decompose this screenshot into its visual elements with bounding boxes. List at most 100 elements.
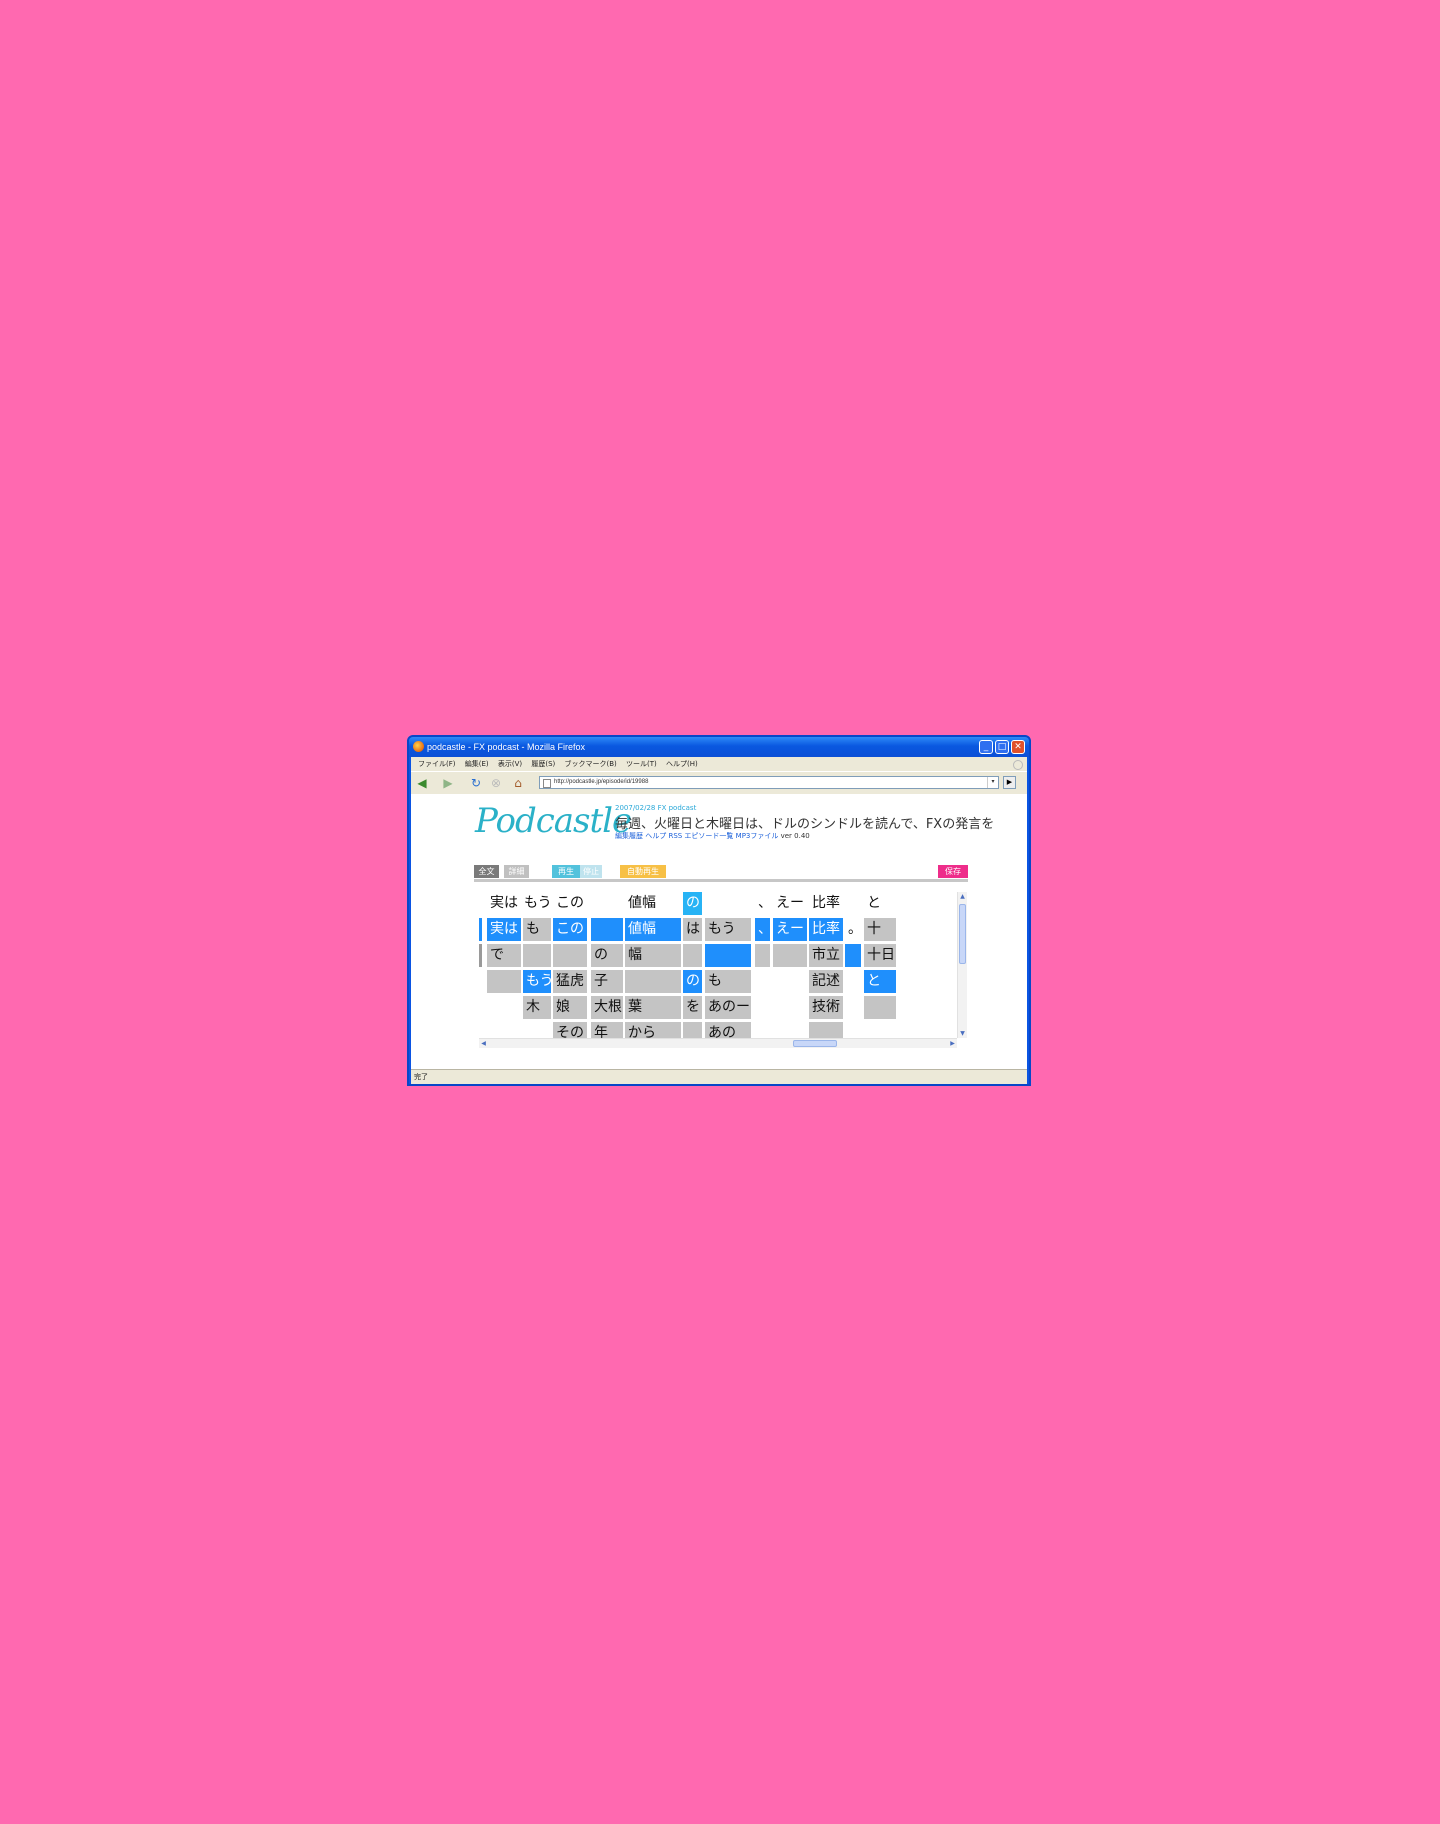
menu-help[interactable]: ヘルプ(H): [666, 757, 698, 771]
save-button[interactable]: 保存: [938, 865, 968, 878]
menu-view[interactable]: 表示(V): [498, 757, 522, 771]
throbber-icon: [1013, 760, 1023, 770]
word-header[interactable]: 比率: [809, 892, 843, 915]
reload-icon[interactable]: ↻: [469, 776, 483, 790]
word-candidate[interactable]: 木: [523, 996, 551, 1019]
word-candidate[interactable]: [523, 944, 551, 967]
word-candidate[interactable]: その: [553, 1022, 587, 1038]
word-candidate[interactable]: もう: [705, 918, 751, 941]
page-icon: [543, 779, 551, 788]
tab-detail[interactable]: 詳細: [504, 865, 529, 878]
vertical-scroll-thumb[interactable]: [959, 904, 966, 964]
word-candidate[interactable]: 大根: [591, 996, 623, 1019]
scroll-right-arrow[interactable]: ▶: [948, 1039, 957, 1048]
word-candidate[interactable]: の: [683, 970, 702, 993]
episode-title: 毎週、火曜日と木曜日は、ドルのシンドルを読んで、FXの発言を: [615, 817, 995, 832]
word-candidate[interactable]: の: [591, 944, 623, 967]
auto-play-button[interactable]: 自動再生: [620, 865, 666, 878]
word-candidate[interactable]: [553, 944, 587, 967]
word-candidate[interactable]: あの: [705, 1022, 751, 1038]
word-candidate[interactable]: で: [487, 944, 521, 967]
menu-bookmarks[interactable]: ブックマーク(B): [565, 757, 617, 771]
word-header[interactable]: この: [553, 892, 587, 915]
word-candidate[interactable]: [591, 918, 623, 941]
back-icon[interactable]: ◀: [415, 776, 429, 790]
word-candidate[interactable]: も: [523, 918, 551, 941]
word-candidate[interactable]: えー: [773, 918, 807, 941]
word-candidate[interactable]: [683, 1022, 702, 1038]
episode-links-text[interactable]: 編集履歴 ヘルプ RSS エピソード一覧 MP3ファイル: [615, 832, 778, 840]
scroll-down-arrow[interactable]: ▼: [958, 1029, 967, 1038]
url-input[interactable]: http://podcastle.jp/episode/id/19988 ▾: [539, 776, 999, 789]
minimize-button[interactable]: _: [979, 740, 993, 754]
word-candidate[interactable]: [864, 996, 896, 1019]
close-button[interactable]: ✕: [1011, 740, 1025, 754]
row-marker: [479, 944, 482, 967]
word-candidate[interactable]: [845, 944, 861, 967]
word-candidate[interactable]: もう: [523, 970, 551, 993]
word-candidate[interactable]: 。: [845, 918, 861, 941]
version-label: ver 0.40: [780, 832, 810, 840]
menu-history[interactable]: 履歴(S): [531, 757, 555, 771]
word-candidate[interactable]: と: [864, 970, 896, 993]
word-candidate[interactable]: 比率: [809, 918, 843, 941]
url-dropdown-icon[interactable]: ▾: [987, 777, 998, 788]
word-candidate[interactable]: [625, 970, 681, 993]
word-candidate[interactable]: から: [625, 1022, 681, 1038]
word-header[interactable]: もう: [521, 892, 551, 915]
word-candidate[interactable]: 子: [591, 970, 623, 993]
forward-icon[interactable]: ▶: [441, 776, 455, 790]
word-candidate[interactable]: あのー: [705, 996, 751, 1019]
word-candidate[interactable]: 十: [864, 918, 896, 941]
menu-file[interactable]: ファイル(F): [418, 757, 456, 771]
stop-button[interactable]: 停止: [580, 865, 602, 878]
title-bar: podcastle - FX podcast - Mozilla Firefox…: [409, 737, 1029, 757]
word-candidate[interactable]: 値幅: [625, 918, 681, 941]
word-header[interactable]: と: [864, 892, 894, 915]
word-candidate[interactable]: 記述: [809, 970, 843, 993]
word-candidate[interactable]: 技術: [809, 996, 843, 1019]
word-candidate[interactable]: も: [705, 970, 751, 993]
word-candidate[interactable]: 、: [755, 918, 770, 941]
word-candidate[interactable]: [683, 944, 702, 967]
word-candidate[interactable]: [773, 944, 807, 967]
tab-full-text[interactable]: 全文: [474, 865, 499, 878]
word-candidate[interactable]: [705, 944, 751, 967]
word-header[interactable]: 値幅: [625, 892, 681, 915]
stop-icon[interactable]: ⊗: [489, 776, 503, 790]
menu-tools[interactable]: ツール(T): [626, 757, 657, 771]
word-candidate[interactable]: 娘: [553, 996, 587, 1019]
word-candidate[interactable]: を: [683, 996, 702, 1019]
word-candidate[interactable]: 幅: [625, 944, 681, 967]
go-button[interactable]: ▶: [1003, 776, 1016, 789]
menu-edit[interactable]: 編集(E): [465, 757, 489, 771]
maximize-button[interactable]: □: [995, 740, 1009, 754]
word-candidate[interactable]: [487, 970, 521, 993]
menu-bar: ファイル(F) 編集(E) 表示(V) 履歴(S) ブックマーク(B) ツール(…: [411, 757, 1027, 771]
word-header[interactable]: えー: [773, 892, 807, 915]
word-candidate[interactable]: 年: [591, 1022, 623, 1038]
word-candidate[interactable]: 葉: [625, 996, 681, 1019]
word-candidate[interactable]: この: [553, 918, 587, 941]
word-candidate[interactable]: は: [683, 918, 702, 941]
page-content: Podcastle 2007/02/28 FX podcast 毎週、火曜日と木…: [411, 794, 1027, 1069]
word-header[interactable]: 実は: [487, 892, 521, 915]
word-candidate[interactable]: 市立: [809, 944, 843, 967]
word-candidate[interactable]: 実は: [487, 918, 521, 941]
play-button[interactable]: 再生: [552, 865, 580, 878]
scroll-left-arrow[interactable]: ◀: [479, 1039, 488, 1048]
scroll-up-arrow[interactable]: ▲: [958, 892, 967, 901]
word-candidate[interactable]: [809, 1022, 843, 1038]
word-header[interactable]: 、: [755, 892, 770, 915]
word-candidate[interactable]: 十日: [864, 944, 896, 967]
window-title: podcastle - FX podcast - Mozilla Firefox: [427, 742, 586, 752]
word-candidate[interactable]: [755, 944, 770, 967]
vertical-scrollbar[interactable]: ▲ ▼: [957, 892, 967, 1038]
word-candidate[interactable]: 猛虎: [553, 970, 587, 993]
podcastle-logo[interactable]: Podcastle: [475, 801, 632, 841]
word-header[interactable]: の: [683, 892, 702, 915]
horizontal-scrollbar[interactable]: ◀ ▶: [479, 1038, 957, 1048]
horizontal-scroll-thumb[interactable]: [793, 1040, 837, 1047]
episode-meta[interactable]: 2007/02/28 FX podcast: [615, 804, 696, 812]
home-icon[interactable]: ⌂: [511, 776, 525, 790]
